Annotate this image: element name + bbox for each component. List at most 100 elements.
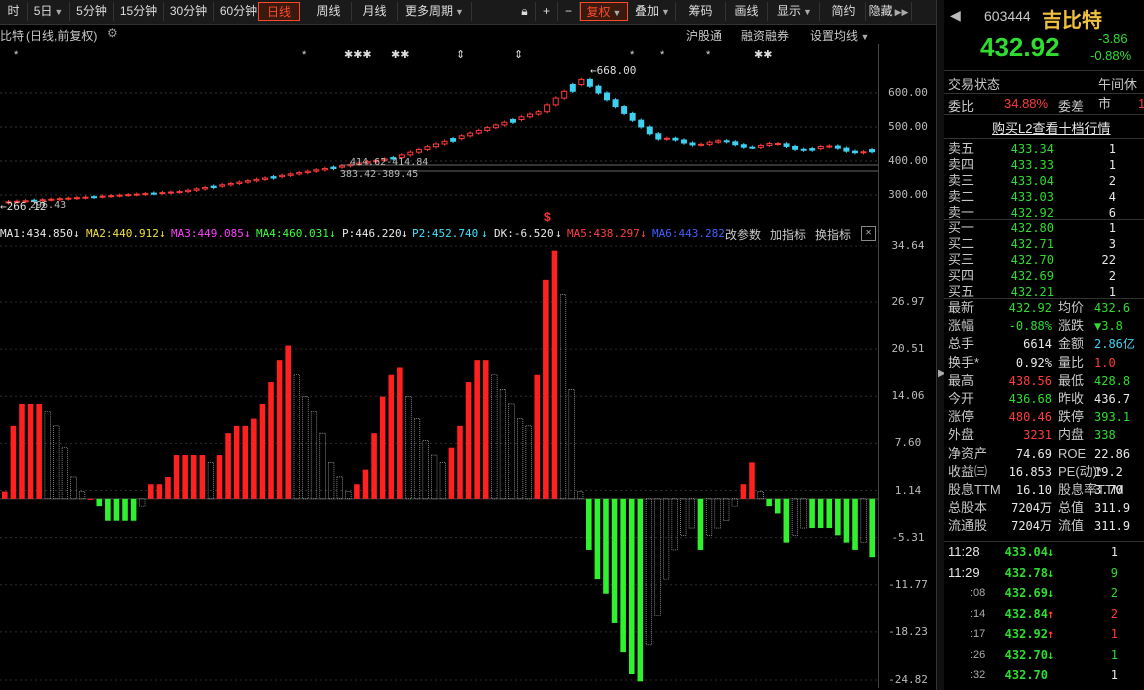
period-intraday-button[interactable]: 时 bbox=[0, 2, 28, 21]
event-star-icon[interactable]: ⇕ bbox=[456, 49, 465, 61]
stat-label: 净资产 bbox=[948, 445, 988, 461]
event-star-icon[interactable]: * bbox=[302, 49, 307, 61]
ma-settings-link[interactable]: 设置均线 ▼ bbox=[810, 27, 869, 44]
candle-body bbox=[116, 194, 123, 197]
display-button[interactable]: 显示 ▼ bbox=[770, 2, 820, 21]
zoom-in-button[interactable]: + bbox=[536, 2, 558, 21]
stat-row: 净资产 74.69 ROE 22.86 bbox=[944, 445, 1144, 463]
indicator-histogram[interactable] bbox=[0, 240, 880, 688]
candle-body bbox=[108, 195, 115, 198]
hk-connect-link[interactable]: 沪股通 bbox=[686, 27, 722, 44]
simple-mode-button[interactable]: 简约 bbox=[822, 2, 866, 21]
event-star-icon[interactable]: * bbox=[14, 49, 19, 61]
histogram-bar bbox=[2, 491, 8, 499]
histogram-bar bbox=[594, 498, 601, 580]
period-5day-button[interactable]: 5日 ▼ bbox=[28, 2, 70, 21]
zoom-out-button[interactable]: − bbox=[558, 2, 580, 21]
stat-value: 2.86亿 bbox=[1094, 337, 1135, 352]
histogram-bar bbox=[516, 418, 524, 500]
histogram-bar bbox=[362, 469, 369, 499]
more-periods-label: 更多周期 bbox=[405, 4, 454, 18]
stock-code: 603444 bbox=[984, 8, 1031, 24]
back-arrow-icon[interactable]: ◀ bbox=[950, 7, 961, 24]
period-weekly-button[interactable]: 周线 bbox=[306, 2, 352, 21]
stat-value: 6614 bbox=[1023, 337, 1052, 352]
price-axis-label: 600.00 bbox=[888, 86, 928, 99]
separator bbox=[944, 541, 1144, 542]
hide-button[interactable]: 隐藏 ▶▶ bbox=[866, 2, 912, 21]
tick-price: 432.70 bbox=[1004, 647, 1048, 662]
period-60min-button[interactable]: 60分钟 bbox=[214, 2, 264, 21]
event-star-icon[interactable]: ✱✱ bbox=[754, 49, 772, 61]
stat-label: 跌停 bbox=[1058, 409, 1085, 425]
stat-value: 480.46 bbox=[1008, 410, 1052, 425]
l2-quotes-link[interactable]: 购买L2查看十档行情 bbox=[992, 118, 1110, 137]
draw-line-button[interactable]: 画线 bbox=[726, 2, 768, 21]
lock-button[interactable]: 🔒︎ bbox=[514, 2, 536, 21]
candle-body bbox=[527, 113, 534, 118]
histogram-bar bbox=[783, 498, 790, 543]
price-change: -3.86 bbox=[1098, 31, 1128, 46]
event-star-icon[interactable]: * bbox=[630, 49, 635, 61]
histogram-bar bbox=[44, 410, 51, 500]
histogram-axis-label: -24.82 bbox=[888, 673, 928, 686]
gear-icon[interactable]: ⚙ bbox=[107, 26, 118, 40]
histogram-bar bbox=[439, 462, 446, 500]
price-axis-label: 300.00 bbox=[888, 188, 928, 201]
p2-value: P2:452.740 bbox=[412, 227, 479, 240]
stat-row: 总股本 7204万 总值 311.9 bbox=[944, 499, 1144, 517]
tick-row: :35 432.84↑ 1 bbox=[944, 687, 1144, 690]
histogram-bar bbox=[860, 498, 867, 543]
event-star-icon[interactable]: * bbox=[706, 49, 711, 61]
price-axis-label: 500.00 bbox=[888, 120, 928, 133]
candle-body bbox=[604, 92, 610, 101]
dk-value: DK:-6.520 bbox=[494, 227, 554, 240]
margin-trading-link[interactable]: 融资融券 bbox=[741, 27, 789, 44]
period-15min-button[interactable]: 15分钟 bbox=[114, 2, 164, 21]
histogram-axis-label: -11.77 bbox=[888, 577, 928, 591]
candle-body bbox=[655, 133, 662, 140]
candle-body bbox=[133, 193, 140, 196]
close-icon[interactable]: ✕ bbox=[861, 226, 876, 241]
adjust-rights-button[interactable]: 复权 ▼ bbox=[580, 2, 628, 21]
tick-row: :08 432.69 ↓ 2 bbox=[944, 584, 1144, 602]
period-daily-button[interactable]: 日线 bbox=[258, 2, 300, 21]
chart-subheader: 比特 (日线,前复权) ⚙ 沪股通 融资融券 设置均线 ▼ bbox=[0, 25, 880, 45]
candle-body bbox=[698, 143, 705, 146]
chevron-down-icon: ▼ bbox=[612, 8, 622, 18]
candle-body bbox=[475, 129, 482, 134]
candle-body bbox=[338, 165, 345, 168]
candlestick-chart[interactable]: * * ✱✱✱ ✱✱ ⇕ ⇕ * * * ✱✱ ←668.00 414.62-414.84 383… bbox=[0, 44, 880, 222]
more-periods-button[interactable]: 更多周期 ▼ bbox=[398, 2, 472, 21]
candle-body bbox=[800, 148, 807, 151]
candle-body bbox=[253, 178, 260, 182]
histogram-bar bbox=[543, 279, 549, 499]
overlay-button[interactable]: 叠加 ▼ bbox=[630, 2, 676, 21]
candle-body bbox=[663, 137, 670, 140]
chips-button[interactable]: 筹码 bbox=[676, 2, 726, 21]
histogram-bar bbox=[96, 498, 103, 507]
histogram-bar bbox=[551, 250, 558, 499]
histogram-bar bbox=[817, 498, 824, 529]
histogram-bar bbox=[233, 425, 240, 499]
histogram-bar bbox=[508, 403, 515, 500]
event-star-icon[interactable]: ✱✱ bbox=[391, 49, 409, 61]
tick-volume: 2 bbox=[1110, 606, 1118, 621]
histogram-bar bbox=[525, 425, 532, 500]
event-star-icon[interactable]: * bbox=[660, 49, 665, 61]
tick-price: 432.84 bbox=[1000, 687, 1048, 690]
period-5min-button[interactable]: 5分钟 bbox=[70, 2, 114, 21]
stat-value: 1.0 bbox=[1094, 355, 1116, 370]
candle-body bbox=[287, 173, 294, 176]
hide-label: 隐藏 bbox=[868, 4, 893, 18]
arrow-down-icon: ↓ bbox=[159, 227, 166, 240]
histogram-bar bbox=[586, 498, 592, 550]
period-30min-button[interactable]: 30分钟 bbox=[164, 2, 214, 21]
dollar-marker-icon[interactable]: $ bbox=[544, 210, 551, 222]
event-star-icon[interactable]: ⇕ bbox=[514, 49, 523, 61]
period-monthly-button[interactable]: 月线 bbox=[352, 2, 398, 21]
event-star-icon[interactable]: ✱✱✱ bbox=[344, 49, 372, 61]
histogram-bar bbox=[182, 455, 188, 499]
ma1-value: MA1:434.850 bbox=[0, 227, 73, 240]
candle-body bbox=[330, 166, 337, 169]
